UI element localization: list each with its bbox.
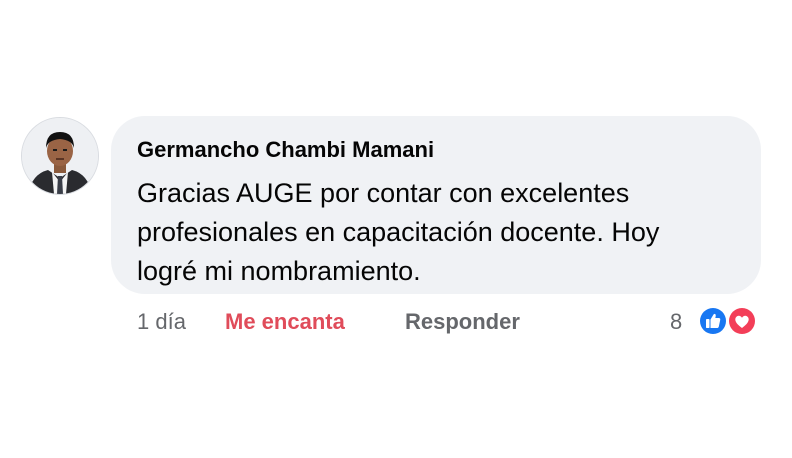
author-name[interactable]: Germancho Chambi Mamani [137, 137, 434, 163]
heart-icon [727, 306, 757, 336]
reply-button[interactable]: Responder [405, 309, 520, 335]
avatar[interactable] [21, 117, 99, 195]
comment: Germancho Chambi Mamani Gracias AUGE por… [0, 0, 792, 458]
timestamp[interactable]: 1 día [137, 309, 186, 335]
reaction-count: 8 [670, 309, 683, 334]
profile-photo [22, 118, 98, 194]
comment-text-line: logré mi nombramiento. [137, 256, 421, 286]
comment-text-line: profesionales en capacitación docente. H… [137, 217, 660, 247]
reaction-summary[interactable]: 8 [668, 304, 768, 338]
comment-bubble: Germancho Chambi Mamani Gracias AUGE por… [111, 116, 761, 294]
like-icon [698, 306, 728, 336]
love-reaction-button[interactable]: Me encanta [225, 309, 345, 335]
comment-text-line: Gracias AUGE por contar con excelentes [137, 178, 630, 208]
comment-text: Gracias AUGE por contar con excelentes p… [137, 174, 752, 291]
